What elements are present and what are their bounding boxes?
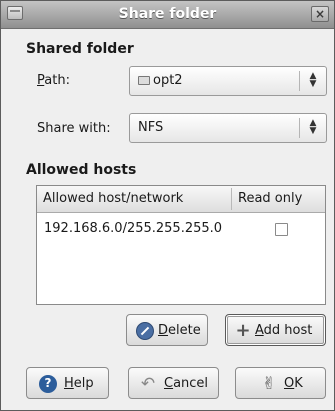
share-folder-dialog: Share folder × Shared folder Path: opt2 … <box>0 0 335 411</box>
allowed-hosts-heading: Allowed hosts <box>26 162 137 178</box>
list-header: Allowed host/network Read only <box>37 186 325 213</box>
ok-hand-icon: ✌ <box>261 374 277 394</box>
share-with-value: NFS <box>138 120 164 135</box>
path-combobox[interactable]: opt2 ▲ ▼ <box>129 66 327 96</box>
close-icon: × <box>314 7 326 21</box>
close-button[interactable]: × <box>311 6 329 22</box>
delete-label: Delete <box>158 323 201 338</box>
no-entry-icon <box>136 322 154 340</box>
combo-arrows-icon: ▲ ▼ <box>309 71 317 89</box>
ok-button[interactable]: ✌ OK <box>235 367 326 399</box>
allowed-hosts-list[interactable]: Allowed host/network Read only 192.168.6… <box>36 185 326 305</box>
help-button[interactable]: ? Help <box>26 367 109 399</box>
column-header-host[interactable]: Allowed host/network <box>43 191 183 206</box>
shared-folder-heading: Shared folder <box>26 41 134 57</box>
column-header-read-only[interactable]: Read only <box>238 191 302 206</box>
plus-icon: + <box>235 320 251 341</box>
help-icon: ? <box>39 375 57 393</box>
host-cell: 192.168.6.0/255.255.255.0 <box>44 221 223 236</box>
titlebar: Share folder × <box>1 1 334 29</box>
path-value: opt2 <box>153 73 183 88</box>
share-with-label: Share with: <box>37 121 111 136</box>
read-only-checkbox[interactable] <box>275 223 288 236</box>
add-host-button[interactable]: + Add host <box>225 314 326 346</box>
share-with-combobox[interactable]: NFS ▲ ▼ <box>129 113 327 143</box>
add-host-label: Add host <box>255 323 313 338</box>
combo-arrows-icon: ▲ ▼ <box>309 118 317 136</box>
help-label: Help <box>64 376 94 391</box>
cancel-label: Cancel <box>164 376 209 391</box>
path-label: Path: <box>37 73 70 88</box>
window-title: Share folder <box>118 6 217 22</box>
ok-label: OK <box>284 376 303 391</box>
undo-icon: ↶ <box>140 374 156 394</box>
cancel-button[interactable]: ↶ Cancel <box>128 367 219 399</box>
delete-button[interactable]: Delete <box>126 314 208 346</box>
folder-icon <box>138 76 150 85</box>
